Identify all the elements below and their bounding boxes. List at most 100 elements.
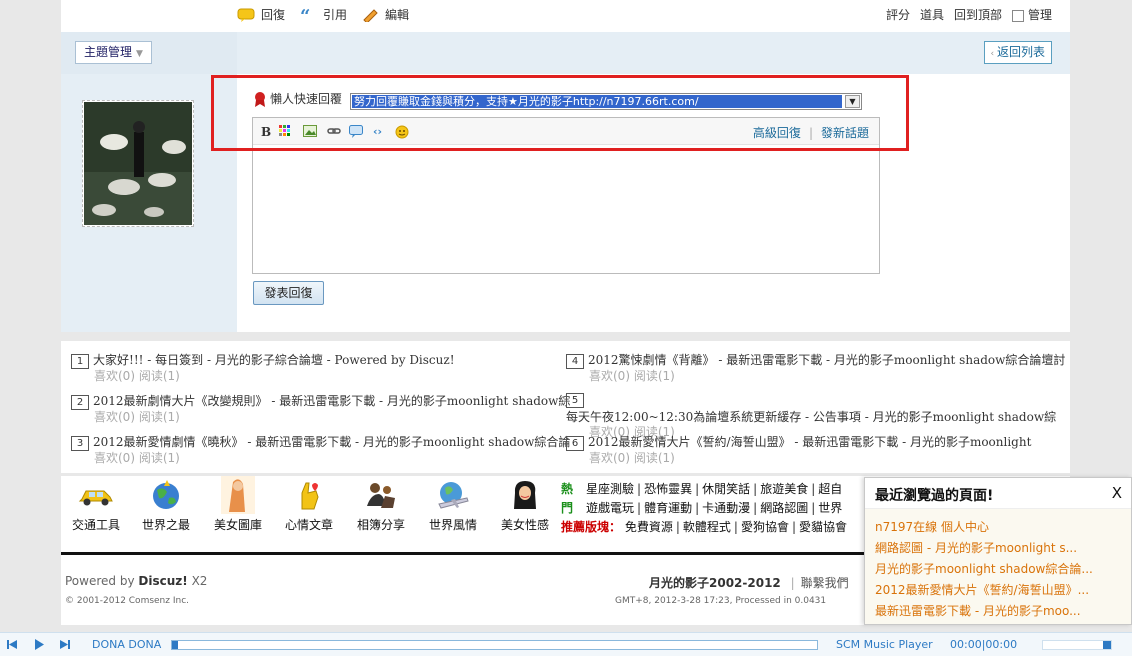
category-item[interactable]: 世界風情: [418, 478, 488, 533]
recent-item[interactable]: n7197在線 個人中心: [875, 517, 1121, 538]
manage-checkbox[interactable]: [1011, 9, 1024, 22]
dropdown-arrow-icon: ▼: [136, 49, 143, 59]
back-to-list-label: 返回列表: [996, 45, 1045, 59]
bold-icon[interactable]: B: [261, 125, 271, 139]
hot-link[interactable]: 超自: [818, 482, 842, 496]
rate-link[interactable]: 評分: [886, 6, 910, 23]
category-item[interactable]: 相簿分享: [346, 478, 416, 533]
category-item[interactable]: 美女圖庫: [203, 476, 273, 533]
related-item[interactable]: 1 大家好!!! - 每日簽到 - 月光的影子綜合論壇 - Powered by …: [71, 351, 571, 384]
hot-link[interactable]: 卡通動漫: [702, 501, 750, 515]
color-icon[interactable]: [279, 125, 291, 140]
back-to-list-button[interactable]: ‹ 返回列表: [983, 41, 1052, 64]
item-number: 5: [566, 393, 584, 408]
recent-item[interactable]: 2012最新愛情大片《誓約/海誓山盟》...: [875, 580, 1121, 601]
progress-fill: [172, 641, 178, 649]
related-item[interactable]: 6 2012最新愛情大片《誓約/海誓山盟》 - 最新迅雷電影下載 - 月光的影子m…: [566, 433, 1066, 466]
manage-toggle[interactable]: 管理: [1011, 6, 1052, 23]
quote-link[interactable]: “ 引用: [299, 6, 347, 23]
tools-link[interactable]: 道具: [920, 6, 944, 23]
site-name[interactable]: 月光的影子2002-2012: [649, 576, 781, 590]
hot-link[interactable]: 軟體程式: [683, 520, 731, 534]
category-label: 交通工具: [71, 518, 120, 532]
code-icon[interactable]: ‹›: [373, 125, 382, 138]
hot-link[interactable]: 免費資源: [625, 520, 673, 534]
related-item[interactable]: 2 2012最新劇情大片《改變規則》 - 最新迅雷電影下載 - 月光的影子moon…: [71, 392, 571, 425]
play-icon[interactable]: [33, 639, 45, 650]
hot-link[interactable]: 世界: [818, 501, 842, 515]
item-title[interactable]: 2012最新愛情大片《誓約/海誓山盟》 - 最新迅雷電影下載 - 月光的影子mo…: [588, 435, 1031, 449]
progress-bar[interactable]: [171, 640, 818, 650]
select-arrow-icon[interactable]: ▼: [845, 95, 860, 108]
site-info: 月光的影子2002-2012 | 聯繫我們: [649, 574, 849, 591]
avatar[interactable]: [82, 100, 194, 227]
previous-icon[interactable]: [6, 639, 18, 650]
track-title: DONA DONA: [92, 638, 162, 651]
topic-manage-button[interactable]: 主題管理 ▼: [75, 41, 152, 64]
volume-slider[interactable]: [1042, 640, 1112, 650]
woman-photo-icon: [220, 476, 256, 514]
hot-link[interactable]: 網路認圖: [760, 501, 808, 515]
image-icon[interactable]: [303, 125, 317, 140]
recent-item[interactable]: 網路認圖 - 月光的影子moonlight s...: [875, 538, 1121, 559]
category-item[interactable]: 美女性感: [490, 478, 560, 533]
close-icon[interactable]: X: [1112, 484, 1122, 502]
discuz-link[interactable]: Discuz!: [138, 574, 187, 588]
popup-title: 最近瀏覽過的頁面!: [875, 488, 994, 504]
recent-item[interactable]: 最新迅雷電影下載 - 月光的影子moo...: [875, 601, 1121, 622]
back-to-top-link[interactable]: 回到頂部: [954, 6, 1002, 23]
hot-link[interactable]: 體育運動: [644, 501, 692, 515]
item-title[interactable]: 2012驚悚劇情《背離》 - 最新迅雷電影下載 - 月光的影子moonlight…: [588, 353, 1065, 367]
hot-link[interactable]: 星座測驗: [586, 482, 634, 496]
item-title[interactable]: 2012最新劇情大片《改變規則》 - 最新迅雷電影下載 - 月光的影子moonl…: [93, 394, 570, 408]
car-icon: [78, 478, 114, 512]
volume-handle[interactable]: [1103, 641, 1111, 649]
category-item[interactable]: 世界之最: [131, 478, 201, 533]
manage-label: 管理: [1027, 8, 1052, 22]
pencil-icon: [363, 8, 378, 22]
reply-editor[interactable]: B ‹› 高級回復 | 發新話題: [252, 117, 880, 274]
separator: |: [637, 501, 642, 515]
separator: |: [637, 482, 642, 496]
powered-by: Powered by Discuz! X2: [65, 574, 207, 588]
hot-link[interactable]: 恐怖靈異: [644, 482, 692, 496]
item-title[interactable]: 每天午夜12:00~12:30為論壇系統更新緩存 - 公告事項 - 月光的影子m…: [566, 410, 1056, 424]
editor-toolbar: B ‹› 高級回復 | 發新話題: [253, 118, 879, 145]
photo-share-icon: [363, 478, 399, 512]
next-icon[interactable]: [59, 639, 71, 650]
section-divider: [61, 332, 1070, 341]
related-item[interactable]: 3 2012最新愛情劇情《曉秋》 - 最新迅雷電影下載 - 月光的影子moonli…: [71, 433, 571, 466]
edit-link[interactable]: 編輯: [361, 6, 409, 23]
hot-link[interactable]: 休閒笑話: [702, 482, 750, 496]
separator: |: [811, 501, 816, 515]
category-label: 美女性感: [500, 518, 549, 532]
hot-link[interactable]: 遊戲電玩: [586, 501, 634, 515]
quick-reply-select[interactable]: 努力回覆賺取金錢與積分，支持★月光的影子http://n7197.66rt.co…: [350, 93, 862, 110]
item-title[interactable]: 大家好!!! - 每日簽到 - 月光的影子綜合論壇 - Powered by D…: [93, 353, 455, 367]
hot-link[interactable]: 愛狗協會: [741, 520, 789, 534]
contact-link[interactable]: 聯繫我們: [801, 576, 849, 590]
link-icon[interactable]: [327, 125, 341, 140]
hand-heart-icon: [291, 478, 327, 512]
separator: |: [790, 576, 795, 590]
submit-reply-button[interactable]: 發表回復: [253, 281, 324, 305]
item-title[interactable]: 2012最新愛情劇情《曉秋》 - 最新迅雷電影下載 - 月光的影子moonlig…: [93, 435, 570, 449]
hot-links: 星座測驗 | 恐怖靈異 | 休閒笑話 | 旅遊美食 | 超自 遊戲電玩 | 體育運動 | 卡通動漫 | 網路…: [561, 480, 847, 537]
separator: |: [811, 482, 816, 496]
advanced-reply-link[interactable]: 高級回復: [753, 126, 801, 140]
hot-link[interactable]: 愛貓協會: [799, 520, 847, 534]
category-item[interactable]: 心情文章: [274, 478, 344, 533]
reply-link[interactable]: 回復: [237, 6, 285, 23]
gmt-info: GMT+8, 2012-3-28 17:23, Processed in 0.0…: [615, 596, 827, 606]
quote-box-icon[interactable]: [349, 125, 363, 141]
smiley-icon[interactable]: [395, 125, 409, 142]
reply-label: 回復: [261, 8, 286, 22]
category-item[interactable]: 交通工具: [61, 478, 131, 533]
recent-item[interactable]: 月光的影子moonlight shadow綜合論...: [875, 559, 1121, 580]
separator: |: [695, 482, 700, 496]
hot-link[interactable]: 旅遊美食: [760, 482, 808, 496]
avatar-image: [84, 102, 192, 225]
related-item[interactable]: 4 2012驚悚劇情《背離》 - 最新迅雷電影下載 - 月光的影子moonligh…: [566, 351, 1066, 384]
new-topic-link[interactable]: 發新話題: [821, 126, 869, 140]
separator: |: [808, 126, 813, 140]
